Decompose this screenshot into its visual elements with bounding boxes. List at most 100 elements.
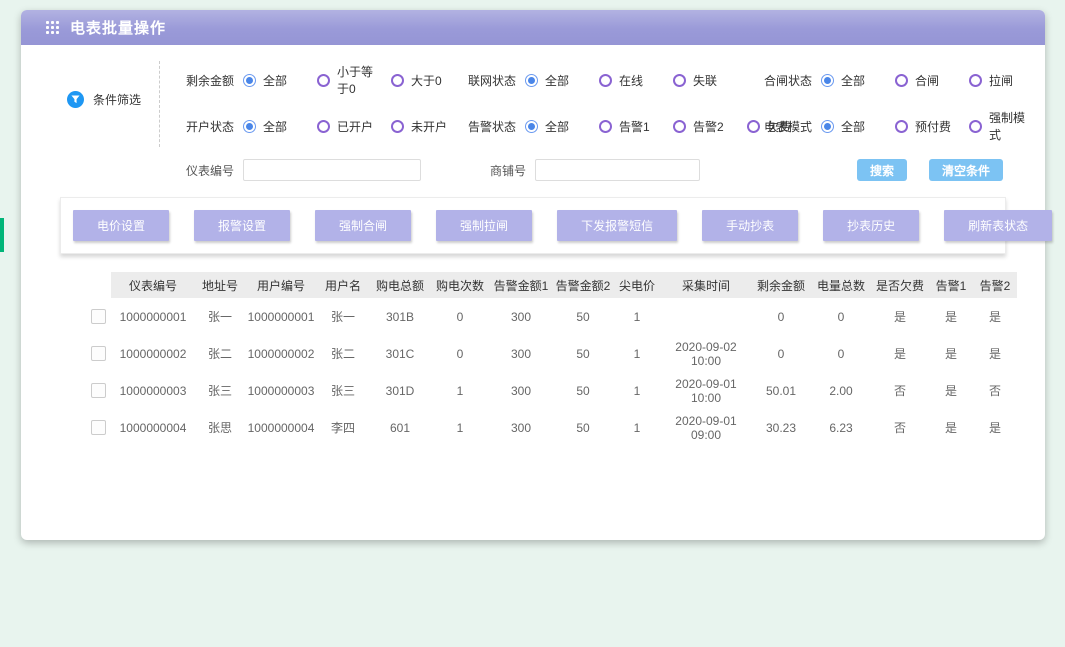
action-button[interactable]: 电价设置 <box>73 210 169 241</box>
radio-icon[interactable] <box>599 120 612 133</box>
radio-option[interactable]: 失联 <box>673 72 737 89</box>
radio-icon[interactable] <box>391 120 404 133</box>
radio-option-label: 全部 <box>841 118 865 135</box>
filter-group: 开户状态 全部 已开户 未开户 <box>176 109 458 143</box>
filter-legend: 条件筛选 <box>67 69 141 129</box>
table-cell: 是 <box>871 335 929 372</box>
radio-option[interactable]: 全部 <box>243 118 307 135</box>
table-cell: 否 <box>871 409 929 446</box>
action-button[interactable]: 刷新表状态 <box>944 210 1052 241</box>
radio-option-label: 全部 <box>545 118 569 135</box>
action-button[interactable]: 报警设置 <box>194 210 290 241</box>
action-button[interactable]: 抄表历史 <box>823 210 919 241</box>
radio-icon[interactable] <box>243 120 256 133</box>
radio-icon[interactable] <box>317 74 330 87</box>
radio-icon[interactable] <box>969 74 982 87</box>
action-button[interactable]: 强制拉闸 <box>436 210 532 241</box>
table-cell: 1000000003 <box>111 372 195 409</box>
table-cell: 2020-09-01 10:00 <box>661 372 751 409</box>
table-cell: 1 <box>613 335 661 372</box>
filter-group-label: 合闸状态 <box>754 72 812 89</box>
shop-no-input[interactable] <box>535 159 700 181</box>
table-cell: 50 <box>553 409 613 446</box>
radio-icon[interactable] <box>821 120 834 133</box>
radio-option-label: 全部 <box>263 118 287 135</box>
radio-option[interactable]: 全部 <box>821 72 885 89</box>
clear-conditions-button[interactable]: 清空条件 <box>929 159 1003 181</box>
meter-no-input[interactable] <box>243 159 421 181</box>
table-cell: 1000000001 <box>111 298 195 335</box>
radio-option[interactable]: 告警2 <box>673 118 737 135</box>
table-cell: 50.01 <box>751 372 811 409</box>
filter-group-label: 联网状态 <box>458 72 516 89</box>
filter-inputs-row: 仪表编号 商铺号 搜索 清空条件 <box>176 159 1043 181</box>
table-row: 1000000001张一1000000001张一301B030050100是是是 <box>85 298 1017 335</box>
table-cell: 1000000001 <box>245 298 317 335</box>
title-bar: 电表批量操作 <box>21 10 1045 45</box>
radio-icon[interactable] <box>747 120 760 133</box>
radio-icon[interactable] <box>391 74 404 87</box>
action-button[interactable]: 手动抄表 <box>702 210 798 241</box>
radio-option-label: 已开户 <box>337 118 373 135</box>
radio-option[interactable]: 全部 <box>243 72 307 89</box>
radio-icon[interactable] <box>317 120 330 133</box>
radio-option-label: 小于等于0 <box>337 63 381 97</box>
radio-option-label: 预付费 <box>915 118 951 135</box>
table-cell: 张二 <box>317 335 369 372</box>
column-header: 用户编号 <box>245 272 317 298</box>
table-cell: 0 <box>431 298 489 335</box>
filter-group-options: 全部 小于等于0 大于0 <box>243 63 465 97</box>
radio-option[interactable]: 大于0 <box>391 72 455 89</box>
table-cell: 0 <box>811 298 871 335</box>
search-button[interactable]: 搜索 <box>857 159 907 181</box>
table-cell: 是 <box>973 409 1017 446</box>
column-header: 地址号 <box>195 272 245 298</box>
radio-icon[interactable] <box>673 120 686 133</box>
radio-option[interactable]: 已开户 <box>317 118 381 135</box>
row-checkbox[interactable] <box>91 309 106 324</box>
row-checkbox[interactable] <box>91 420 106 435</box>
radio-option[interactable]: 拉闸 <box>969 72 1033 89</box>
table-cell: 301B <box>369 298 431 335</box>
radio-option[interactable]: 全部 <box>821 118 885 135</box>
table-cell: 张三 <box>317 372 369 409</box>
radio-icon[interactable] <box>821 74 834 87</box>
radio-icon[interactable] <box>673 74 686 87</box>
radio-option[interactable]: 预付费 <box>895 118 959 135</box>
table-header-row: 仪表编号地址号用户编号用户名购电总额购电次数告警金额1告警金额2尖电价采集时间剩… <box>85 272 1017 298</box>
radio-icon[interactable] <box>969 120 982 133</box>
shop-no-label: 商铺号 <box>468 162 526 179</box>
table-cell: 1000000002 <box>245 335 317 372</box>
filter-group-options: 全部 合闸 拉闸 <box>821 72 1043 89</box>
radio-option[interactable]: 在线 <box>599 72 663 89</box>
action-button[interactable]: 下发报警短信 <box>557 210 677 241</box>
radio-icon[interactable] <box>895 74 908 87</box>
table-cell: 张一 <box>317 298 369 335</box>
table-cell: 是 <box>929 409 973 446</box>
radio-option[interactable]: 未开户 <box>391 118 455 135</box>
table-cell: 是 <box>973 335 1017 372</box>
radio-option-label: 全部 <box>263 72 287 89</box>
row-checkbox[interactable] <box>91 346 106 361</box>
radio-option[interactable]: 告警1 <box>599 118 663 135</box>
radio-icon[interactable] <box>243 74 256 87</box>
radio-option[interactable]: 合闸 <box>895 72 959 89</box>
grid-menu-icon[interactable] <box>46 21 59 34</box>
filter-main: 剩余金额 全部 小于等于0 大于0 联网状态 全部 在线 失联 合闸状态 全部 <box>176 59 1043 181</box>
table-cell: 1000000004 <box>245 409 317 446</box>
filter-group-label: 剩余金额 <box>176 72 234 89</box>
radio-icon[interactable] <box>895 120 908 133</box>
radio-icon[interactable] <box>525 74 538 87</box>
action-button[interactable]: 强制合闸 <box>315 210 411 241</box>
column-header: 告警1 <box>929 272 973 298</box>
radio-option[interactable]: 强制模式 <box>969 109 1033 143</box>
radio-option[interactable]: 全部 <box>525 72 589 89</box>
table-cell: 0 <box>431 335 489 372</box>
filter-group-options: 全部 在线 失联 <box>525 72 747 89</box>
radio-icon[interactable] <box>599 74 612 87</box>
radio-option[interactable]: 小于等于0 <box>317 63 381 97</box>
radio-icon[interactable] <box>525 120 538 133</box>
table-cell: 张三 <box>195 372 245 409</box>
row-checkbox[interactable] <box>91 383 106 398</box>
radio-option[interactable]: 全部 <box>525 118 589 135</box>
